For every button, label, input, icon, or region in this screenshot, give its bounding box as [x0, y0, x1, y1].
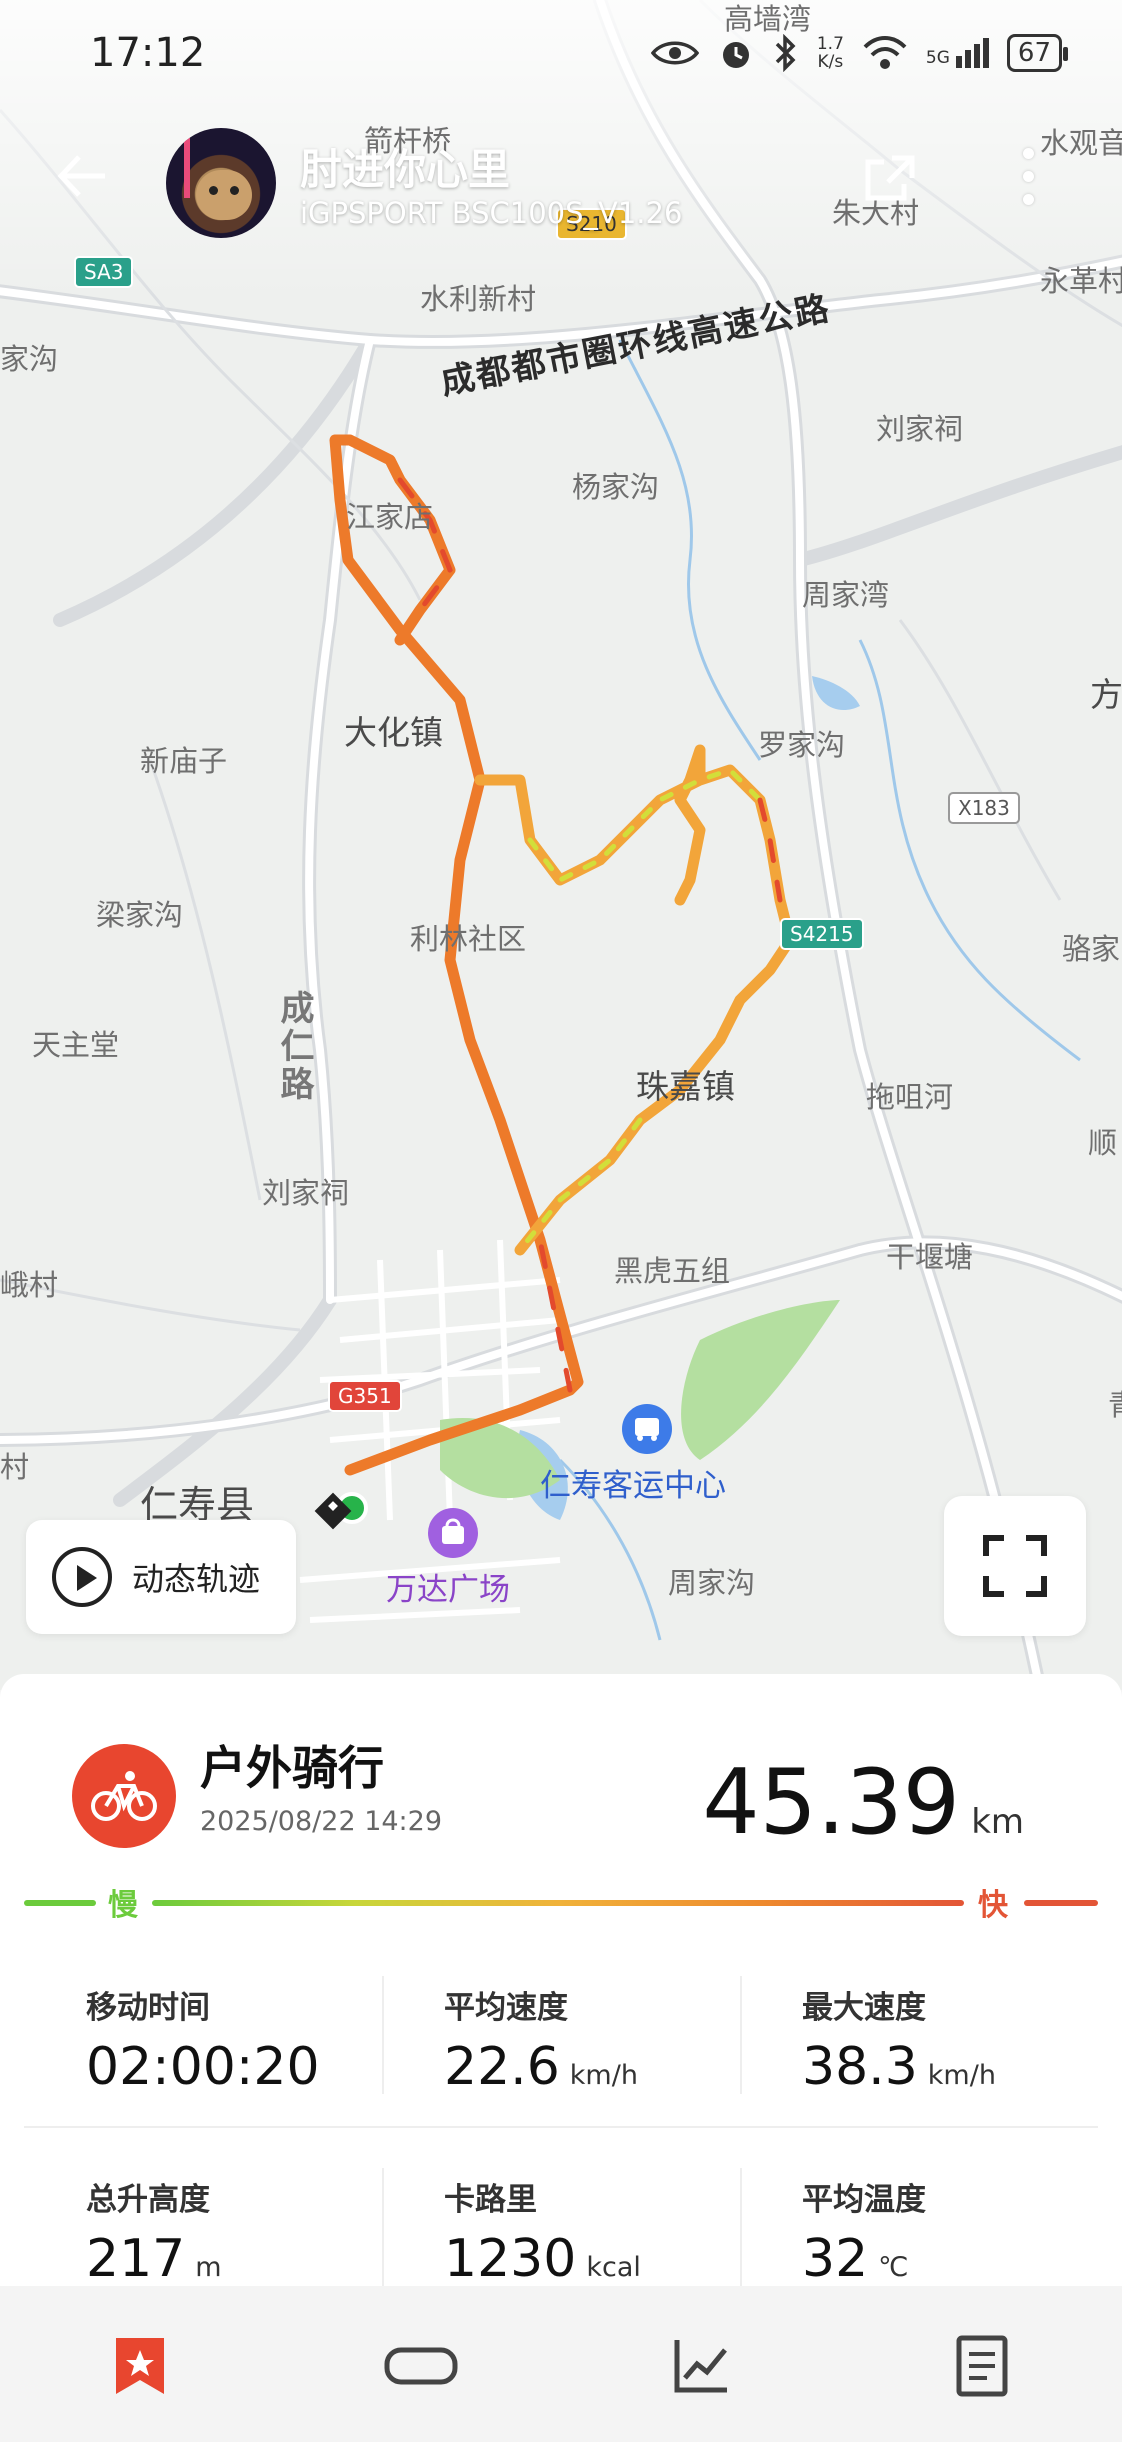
place-label: 顺: [1088, 1126, 1118, 1160]
mall-label[interactable]: 万达广场: [386, 1564, 510, 1609]
arrow-left-icon: [57, 155, 105, 197]
fullscreen-button[interactable]: [944, 1496, 1086, 1636]
network-speed: 1.7 K/s: [816, 34, 844, 72]
back-button[interactable]: [55, 150, 111, 215]
device-name: iGPSPORT BSC100S_V1.26: [300, 196, 683, 230]
battery-indicator: 67: [1006, 34, 1069, 72]
place-label: 利林社区: [410, 922, 527, 956]
place-label: 方: [1090, 675, 1122, 714]
stat-elevation-gain: 总升高度 217 m: [86, 2182, 222, 2289]
activity-datetime: 2025/08/22 14:29: [200, 1806, 443, 1837]
more-menu-button[interactable]: [1018, 148, 1038, 218]
activity-summary-card: 户外骑行 2025/08/22 14:29 45.39 km 慢 快 移动时间 …: [0, 1674, 1122, 2289]
road-label-vertical: 成仁路: [274, 990, 314, 1104]
road-tag: S4215: [780, 918, 864, 950]
place-label: 天主堂: [32, 1028, 120, 1062]
place-label: 刘家祠: [876, 412, 964, 446]
stats-grid: 移动时间 02:00:20 平均速度 22.6 km/h 最大速度 38.3 km/…: [24, 1936, 1098, 2316]
stat-calories: 卡路里 1230 kcal: [382, 2128, 740, 2316]
speed-fast-label: 快: [978, 1888, 1008, 1923]
document-icon: [956, 2335, 1008, 2397]
bottom-tab-bar: [0, 2290, 1122, 2442]
stat-moving-time: 移动时间 02:00:20: [86, 1990, 320, 2097]
alarm-icon: [722, 42, 749, 68]
tab-summary[interactable]: [0, 2290, 281, 2442]
wifi-icon: [863, 36, 907, 69]
distance-unit: km: [971, 1802, 1024, 1842]
place-label: 水观音: [1040, 126, 1122, 160]
dynamic-track-button[interactable]: 动态轨迹: [26, 1520, 296, 1634]
place-label: 刘家祠: [262, 1176, 350, 1210]
share-button[interactable]: [862, 152, 918, 204]
stat-avg-temperature: 平均温度 32 ℃: [740, 2128, 1098, 2316]
place-label: 周家湾: [802, 578, 890, 612]
road-tag: G351: [328, 1380, 402, 1412]
bookmark-star-icon: [116, 2338, 165, 2394]
speed-slow-label: 慢: [108, 1888, 138, 1923]
place-label: 杨家沟: [572, 470, 660, 504]
bus-station-label[interactable]: 仁寿客运中心: [540, 1460, 726, 1505]
place-label: 青: [1108, 1382, 1122, 1424]
place-label: 黑虎五组: [614, 1254, 731, 1288]
place-label: 新庙子: [140, 744, 228, 778]
stat-max-speed: 最大速度 38.3 km/h: [740, 1936, 1098, 2126]
place-label: 罗家沟: [758, 728, 846, 762]
chart-icon: [674, 2340, 728, 2393]
avatar[interactable]: [166, 128, 276, 238]
place-label: 峨村: [0, 1268, 59, 1302]
place-label: 骆家: [1062, 932, 1121, 966]
place-label: 大化镇: [344, 713, 443, 752]
total-distance: 45.39: [702, 1750, 960, 1855]
user-name: 肘进你心里: [300, 145, 511, 194]
share-icon: [865, 155, 915, 201]
place-label: 村: [0, 1450, 30, 1484]
stat-avg-speed: 平均速度 22.6 km/h: [382, 1936, 740, 2126]
cellular-signal-icon: 5G: [926, 38, 989, 68]
bus-station-icon[interactable]: [622, 1404, 672, 1454]
speed-legend: 慢 快: [24, 1870, 1098, 1940]
place-label: 永革村: [1040, 264, 1122, 298]
place-label: 干堰塘: [886, 1240, 974, 1274]
bike-icon: [72, 1744, 176, 1848]
place-label: 水利新村: [420, 282, 537, 316]
fullscreen-icon: [983, 1535, 1047, 1597]
place-label: 江家店: [346, 500, 434, 534]
play-icon: [52, 1547, 112, 1607]
eye-icon: [650, 41, 699, 65]
activity-type: 户外骑行: [200, 1741, 384, 1795]
place-label: 家沟: [0, 342, 59, 376]
dynamic-track-label: 动态轨迹: [132, 1560, 261, 1598]
route-map[interactable]: 高墙湾 箭杆桥 水观音 朱大村 永革村 水利新村 家沟 刘家祠 杨家沟 江家店 …: [0, 0, 1122, 1690]
road-tag: SA3: [74, 256, 134, 288]
place-label: 梁家沟: [96, 898, 184, 932]
status-time: 17:12: [90, 30, 206, 76]
shopping-bag-icon[interactable]: [428, 1508, 478, 1558]
tab-device[interactable]: [281, 2290, 562, 2442]
place-label: 拖咀河: [866, 1080, 954, 1114]
device-icon: [384, 2347, 458, 2385]
tab-detail[interactable]: [842, 2290, 1122, 2442]
road-tag: X183: [948, 792, 1020, 824]
tab-chart[interactable]: [561, 2290, 842, 2442]
status-bar: 17:12 1.7 K/s 5G 67: [0, 0, 1122, 112]
bluetooth-icon: [775, 34, 796, 72]
place-label: 珠嘉镇: [636, 1067, 735, 1106]
place-label: 周家沟: [668, 1566, 756, 1600]
